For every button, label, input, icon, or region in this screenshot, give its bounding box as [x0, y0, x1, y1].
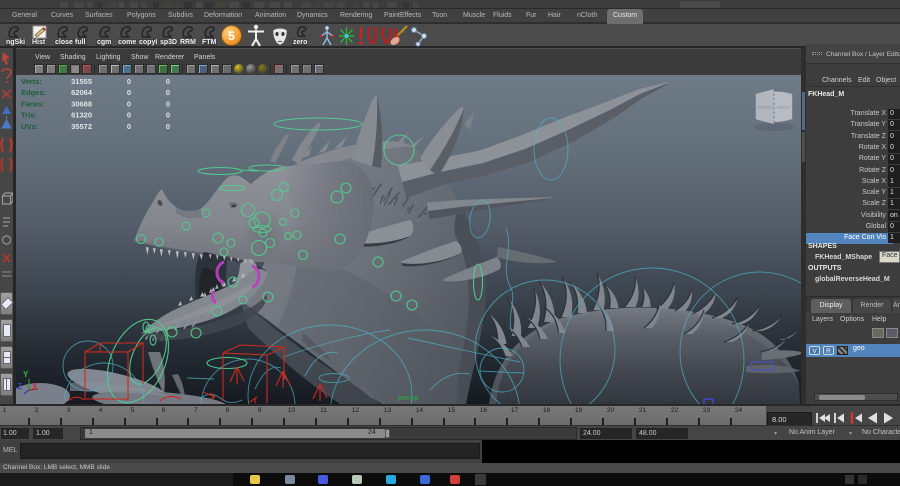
svg-text:persp: persp: [398, 393, 419, 402]
svg-text:Tris:: Tris:: [21, 111, 37, 120]
svg-text:Z: Z: [17, 382, 22, 391]
svg-text:0: 0: [166, 88, 170, 97]
svg-text:Edges:: Edges:: [21, 88, 46, 97]
svg-text:61320: 61320: [71, 111, 92, 120]
svg-text:FRONT: FRONT: [758, 105, 773, 110]
svg-text:31555: 31555: [71, 77, 92, 86]
svg-text:35572: 35572: [71, 122, 92, 131]
svg-text:Faces:: Faces:: [21, 99, 45, 108]
svg-text:Verts:: Verts:: [21, 77, 42, 86]
svg-text:X: X: [32, 382, 38, 391]
svg-text:0: 0: [127, 88, 131, 97]
svg-text:62064: 62064: [71, 88, 93, 97]
svg-text:0: 0: [127, 111, 131, 120]
svg-text:0: 0: [127, 99, 131, 108]
svg-text:0: 0: [166, 99, 170, 108]
svg-text:0: 0: [166, 77, 170, 86]
svg-text:Y: Y: [23, 370, 29, 379]
svg-text:0: 0: [127, 77, 131, 86]
svg-text:0: 0: [166, 111, 170, 120]
svg-text:0: 0: [166, 122, 170, 131]
svg-text:RIGHT: RIGHT: [777, 105, 790, 110]
svg-text:30688: 30688: [71, 99, 92, 108]
svg-text:UVs:: UVs:: [21, 122, 38, 131]
svg-text:0: 0: [127, 122, 131, 131]
